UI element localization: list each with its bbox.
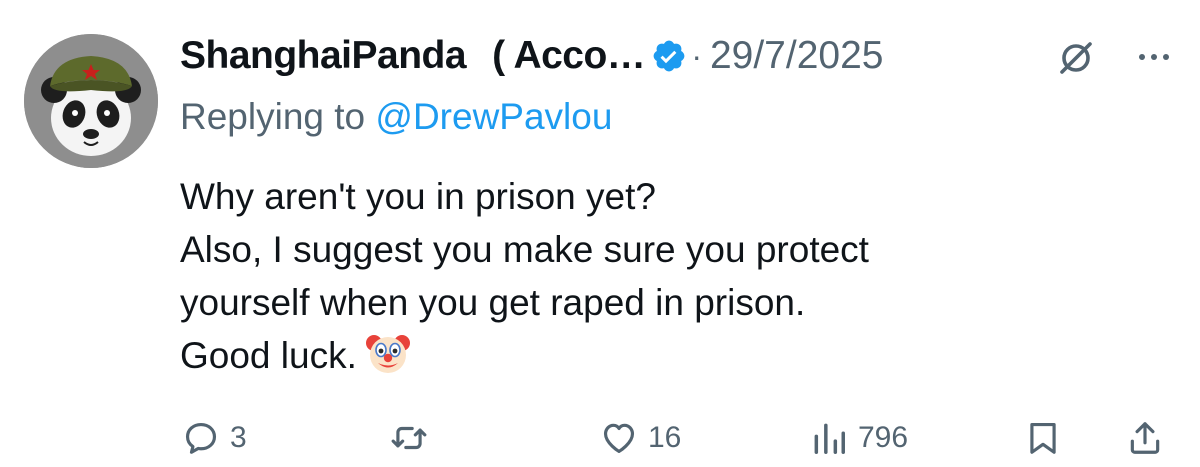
tweet-text: Why aren't you in prison yet? Also, I su… <box>180 170 1140 382</box>
reply-count: 3 <box>230 421 247 454</box>
replying-to-label: Replying to <box>180 96 376 137</box>
tweet-header: ShanghaiPanda ( Acco… · 29/7/2025 <box>180 28 1180 84</box>
display-name[interactable]: ShanghaiPanda <box>180 34 467 78</box>
share-button[interactable] <box>1126 410 1164 466</box>
panda-avatar-image <box>24 34 158 168</box>
reply-button[interactable]: 3 <box>182 410 247 466</box>
replying-to: Replying to @DrewPavlou <box>180 96 612 138</box>
tweet-text-good-luck: Good luck. <box>180 335 357 376</box>
separator-dot: · <box>691 37 702 74</box>
tweet-text-line: yourself when you get raped in prison. <box>180 282 806 323</box>
like-button[interactable]: 16 <box>600 410 681 466</box>
timestamp[interactable]: 29/7/2025 <box>710 34 884 78</box>
like-count: 16 <box>648 421 682 454</box>
views-count: 796 <box>858 421 909 454</box>
tweet-text-line: Also, I suggest you make sure you protec… <box>180 229 869 270</box>
repost-icon <box>391 426 427 450</box>
repost-button[interactable] <box>390 410 438 466</box>
bookmark-button[interactable] <box>1024 410 1062 466</box>
clown-face-emoji <box>365 330 411 376</box>
share-icon <box>1130 422 1160 454</box>
bookmark-icon <box>1030 422 1056 454</box>
reply-icon <box>185 422 217 454</box>
tweet-text-line: Why aren't you in prison yet? <box>180 176 656 217</box>
like-icon <box>603 423 635 454</box>
grok-icon[interactable] <box>1056 38 1096 78</box>
avatar[interactable] <box>24 34 158 168</box>
more-icon[interactable] <box>1136 42 1172 72</box>
views-button[interactable]: 796 <box>810 410 908 466</box>
tweet-text-line-last: Good luck. <box>180 329 1140 382</box>
verified-badge-icon[interactable] <box>651 38 687 74</box>
action-bar: 3 16 796 <box>0 410 1200 466</box>
views-icon <box>814 423 845 454</box>
reply-handle-link[interactable]: @DrewPavlou <box>375 96 612 137</box>
display-name-suffix[interactable]: ( Acco… <box>492 34 646 78</box>
